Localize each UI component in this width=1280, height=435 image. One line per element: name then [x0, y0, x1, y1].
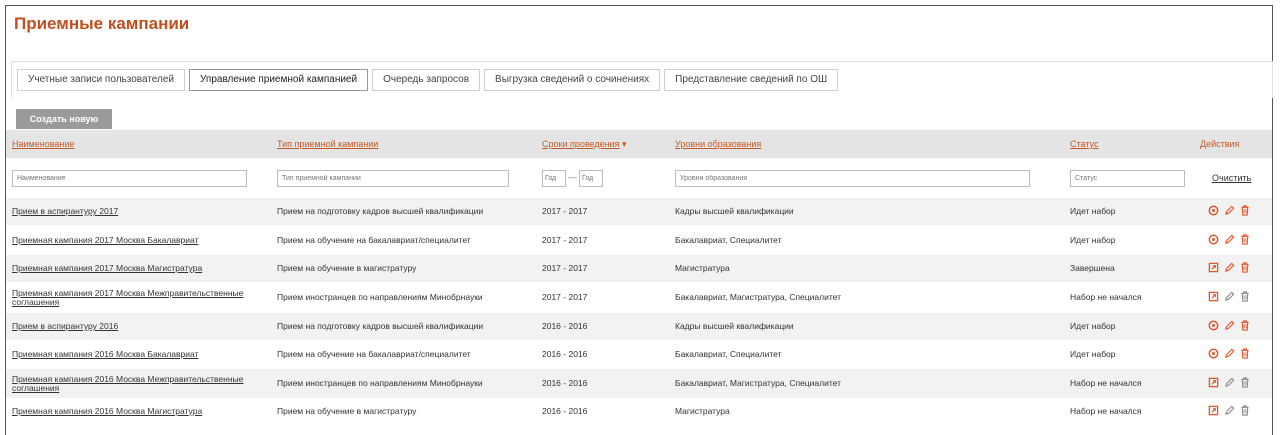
col-header-actions: Действия [1200, 139, 1240, 149]
tab-bar: Учетные записи пользователей Управление … [17, 69, 839, 91]
campaign-levels: Магистратура [675, 263, 730, 273]
start-icon[interactable] [1208, 405, 1219, 418]
campaign-status: Набор не начался [1070, 405, 1142, 416]
campaign-levels: Кадры высшей квалификации [675, 206, 794, 216]
campaign-status: Идет набор [1070, 234, 1116, 245]
delete-trash-icon[interactable] [1240, 262, 1250, 275]
campaign-period: 2017 - 2017 [542, 206, 588, 216]
campaign-levels: Бакалавриат, Магистратура, Специалитет [675, 378, 841, 388]
tabs-panel: Учетные записи пользователей Управление … [11, 61, 1273, 98]
table-row: Приемная кампания 2016 Москва Межправите… [6, 369, 1272, 398]
stop-icon[interactable] [1208, 320, 1219, 333]
delete-trash-icon[interactable] [1240, 291, 1250, 304]
campaign-type: Прием иностранцев по направлениям Минобр… [277, 292, 483, 302]
campaign-status: Набор не начался [1070, 292, 1142, 302]
campaign-period: 2016 - 2016 [542, 405, 588, 416]
delete-trash-icon[interactable] [1240, 404, 1250, 418]
edit-pencil-icon[interactable] [1224, 291, 1235, 304]
stop-icon[interactable] [1208, 205, 1219, 218]
campaign-type: Прием на обучение на бакалавриат/специал… [277, 234, 471, 245]
edit-pencil-icon[interactable] [1224, 405, 1235, 418]
stop-icon[interactable] [1208, 234, 1219, 247]
campaign-levels: Бакалавриат, Специалитет [675, 349, 782, 359]
campaign-name-link[interactable]: Приемная кампания 2017 Москва Межправите… [12, 288, 243, 307]
campaign-type: Прием на обучение в магистратуру [277, 405, 417, 416]
delete-trash-icon[interactable] [1240, 233, 1250, 247]
campaign-period: 2016 - 2016 [542, 321, 588, 331]
campaign-type: Прием иностранцев по направлениям Минобр… [277, 378, 483, 388]
status-filter-input[interactable] [1070, 169, 1185, 187]
campaign-name-link[interactable]: Приемная кампания 2017 Москва Бакалавриа… [12, 235, 198, 245]
campaign-type: Прием на подготовку кадров высшей квалиф… [277, 321, 484, 331]
tab-user-accounts[interactable]: Учетные записи пользователей [17, 69, 185, 91]
start-icon[interactable] [1208, 377, 1219, 390]
delete-trash-icon[interactable] [1240, 348, 1250, 361]
edit-pencil-icon[interactable] [1224, 205, 1235, 218]
edit-pencil-icon[interactable] [1224, 348, 1235, 361]
campaign-type: Прием на обучение в магистратуру [277, 263, 417, 273]
campaign-name-link[interactable]: Приемная кампания 2016 Москва Магистрату… [12, 406, 202, 416]
col-header-status[interactable]: Статус [1064, 130, 1194, 158]
table-row: Приемная кампания 2017 Москва Магистрату… [6, 255, 1272, 282]
year-from-input[interactable] [542, 169, 566, 187]
campaign-period: 2017 - 2017 [542, 234, 588, 245]
year-to-input[interactable] [579, 169, 603, 187]
sort-desc-icon: ▾ [622, 138, 627, 149]
table-row: Приемная кампания 2017 Москва Бакалавриа… [6, 225, 1272, 255]
edit-pencil-icon[interactable] [1224, 377, 1235, 390]
campaign-levels: Магистратура [675, 405, 730, 416]
campaign-type: Прием на подготовку кадров высшей квалиф… [277, 206, 484, 216]
campaign-name-link[interactable]: Приемная кампания 2016 Москва Межправите… [12, 374, 243, 393]
campaigns-table: Наименование Тип приемной кампании Сроки… [6, 130, 1272, 424]
tab-essays-export[interactable]: Выгрузка сведений о сочинениях [484, 69, 661, 91]
edit-pencil-icon[interactable] [1224, 234, 1235, 247]
filter-row: — Очистить [6, 158, 1272, 198]
campaign-status: Идет набор [1070, 206, 1116, 216]
tab-school-data[interactable]: Представление сведений по ОШ [664, 69, 839, 91]
campaign-period: 2016 - 2016 [542, 378, 588, 388]
start-icon[interactable] [1208, 291, 1219, 304]
campaign-period: 2017 - 2017 [542, 292, 588, 302]
campaign-levels: Бакалавриат, Магистратура, Специалитет [675, 292, 841, 302]
campaign-type: Прием на обучение на бакалавриат/специал… [277, 349, 471, 359]
page-title: Приемные кампании [14, 14, 190, 33]
name-filter-input[interactable] [12, 169, 247, 187]
tab-campaign-management[interactable]: Управление приемной кампанией [189, 69, 369, 91]
delete-trash-icon[interactable] [1240, 205, 1250, 218]
campaign-levels: Кадры высшей квалификации [675, 321, 794, 331]
tab-request-queue[interactable]: Очередь запросов [372, 69, 481, 91]
campaign-name-link[interactable]: Прием в аспирантуру 2016 [12, 321, 118, 331]
edit-pencil-icon[interactable] [1224, 262, 1235, 275]
campaign-name-link[interactable]: Приемная кампания 2017 Москва Магистрату… [12, 263, 202, 273]
create-new-button[interactable]: Создать новую [16, 109, 112, 129]
campaign-status: Идет набор [1070, 349, 1116, 359]
col-header-name[interactable]: Наименование [6, 130, 271, 158]
table-row: Приемная кампания 2017 Москва Межправите… [6, 282, 1272, 313]
col-header-levels[interactable]: Уровни образования [669, 130, 1064, 158]
delete-trash-icon[interactable] [1240, 320, 1250, 333]
range-dash: — [568, 171, 577, 182]
table-row: Приемная кампания 2016 Москва Бакалавриа… [6, 340, 1272, 369]
campaign-name-link[interactable]: Прием в аспирантуру 2017 [12, 206, 118, 216]
delete-trash-icon[interactable] [1240, 377, 1250, 390]
stop-icon[interactable] [1208, 348, 1219, 361]
campaign-name-link[interactable]: Приемная кампания 2016 Москва Бакалавриа… [12, 349, 198, 359]
edit-pencil-icon[interactable] [1224, 320, 1235, 333]
campaign-status: Завершена [1070, 263, 1115, 273]
start-icon[interactable] [1208, 262, 1219, 275]
clear-filters-link[interactable]: Очистить [1212, 173, 1251, 183]
campaign-period: 2017 - 2017 [542, 263, 588, 273]
campaign-status: Идет набор [1070, 321, 1116, 331]
table-row: Прием в аспирантуру 2017 Прием на подгото… [6, 198, 1272, 225]
campaign-levels: Бакалавриат, Специалитет [675, 234, 782, 245]
campaign-status: Набор не начался [1070, 378, 1142, 388]
col-header-type[interactable]: Тип приемной кампании [271, 130, 536, 158]
table-row: Прием в аспирантуру 2016 Прием на подгото… [6, 313, 1272, 340]
type-filter-input[interactable] [277, 169, 509, 187]
campaign-period: 2016 - 2016 [542, 349, 588, 359]
levels-filter-input[interactable] [675, 169, 1030, 187]
table-header-row: Наименование Тип приемной кампании Сроки… [6, 130, 1272, 158]
col-header-period[interactable]: Сроки проведения ▾ [536, 130, 669, 158]
table-row: Приемная кампания 2016 Москва Магистрату… [6, 398, 1272, 424]
